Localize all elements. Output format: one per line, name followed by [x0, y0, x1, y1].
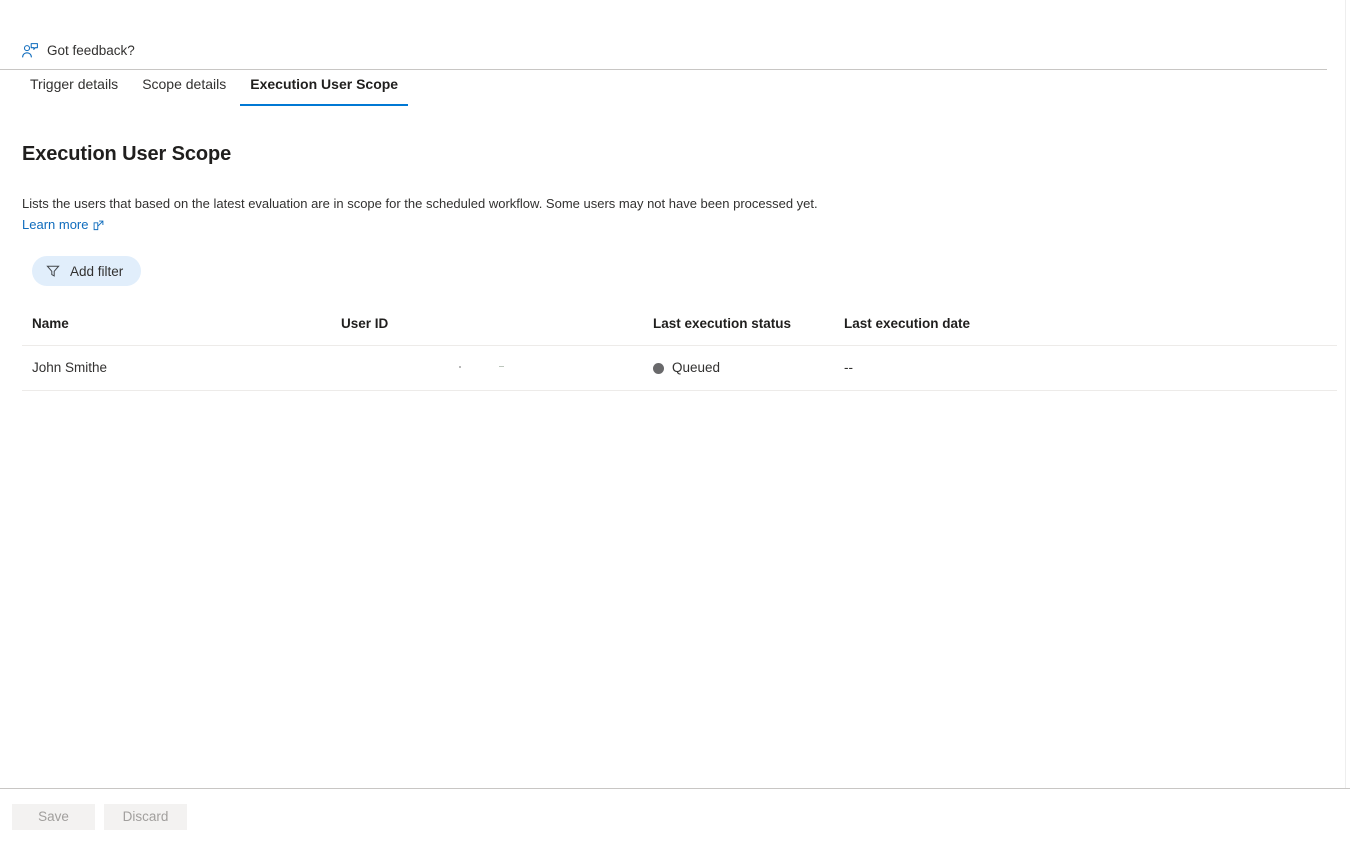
tab-trigger-details[interactable]: Trigger details	[18, 70, 130, 106]
funnel-icon	[46, 265, 60, 277]
tab-scope-details[interactable]: Scope details	[130, 70, 238, 106]
feedback-bar: Got feedback?	[0, 0, 1350, 70]
column-header-user-id[interactable]: User ID	[341, 315, 653, 346]
bottom-command-bar: Save Discard	[0, 788, 1350, 844]
user-id-redacted-value	[341, 360, 653, 376]
main-content: Execution User Scope Lists the users tha…	[0, 140, 1350, 391]
save-button[interactable]: Save	[12, 803, 95, 830]
tab-strip: Trigger details Scope details Execution …	[0, 70, 1350, 107]
page-description: Lists the users that based on the latest…	[22, 196, 818, 211]
execution-user-scope-table: Name User ID Last execution status Last …	[22, 315, 1337, 391]
table-row[interactable]: John Smithe Queued --	[22, 345, 1337, 391]
external-link-icon	[94, 220, 104, 230]
cell-last-execution-status: Queued	[653, 345, 844, 391]
column-header-last-execution-date[interactable]: Last execution date	[844, 315, 1337, 346]
content-right-edge	[1345, 0, 1346, 788]
column-header-name[interactable]: Name	[22, 315, 341, 346]
discard-button[interactable]: Discard	[104, 803, 187, 830]
learn-more-label: Learn more	[22, 217, 89, 232]
status-badge: Queued	[672, 360, 721, 375]
person-feedback-icon	[22, 43, 38, 58]
table-header: Name User ID Last execution status Last …	[22, 315, 1337, 346]
status-dot-icon	[653, 362, 664, 374]
add-filter-label: Add filter	[70, 263, 124, 279]
cell-last-execution-date: --	[844, 345, 1337, 391]
column-header-last-execution-status[interactable]: Last execution status	[653, 315, 844, 346]
learn-more-link[interactable]: Learn more	[22, 216, 104, 234]
tab-execution-user-scope[interactable]: Execution User Scope	[238, 70, 410, 106]
table-body: John Smithe Queued --	[22, 345, 1337, 391]
got-feedback-label: Got feedback?	[47, 43, 135, 58]
cell-user-id	[341, 345, 653, 391]
page-title: Execution User Scope	[22, 143, 232, 165]
cell-name: John Smithe	[22, 345, 341, 391]
filter-toolbar: Add filter	[22, 256, 1328, 286]
add-filter-button[interactable]: Add filter	[32, 256, 142, 286]
table-header-row: Name User ID Last execution status Last …	[22, 315, 1337, 346]
got-feedback-link[interactable]: Got feedback?	[21, 41, 135, 61]
